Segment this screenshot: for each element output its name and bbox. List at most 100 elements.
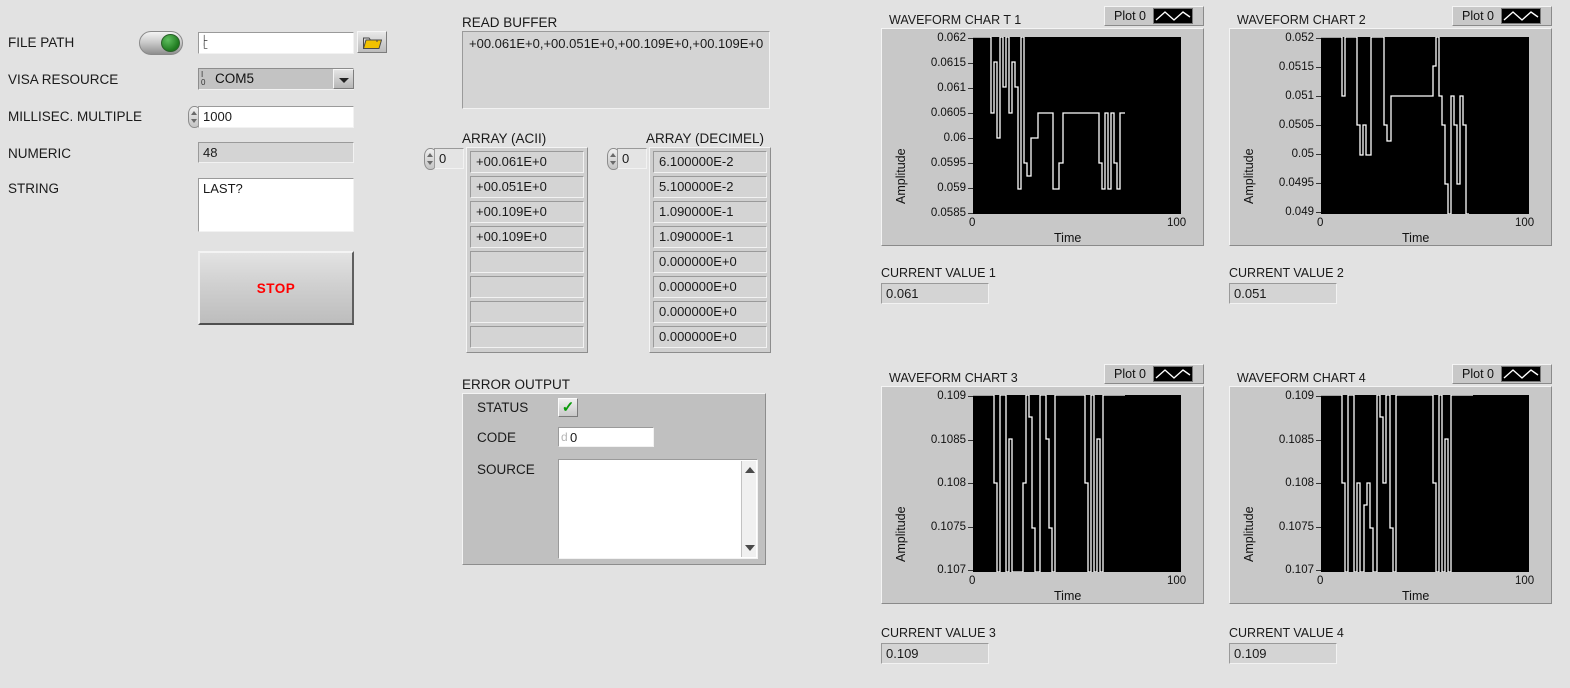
chart-2-ytick: 0.0495 <box>1278 177 1314 189</box>
waveform-chart-4[interactable]: Amplitude 0.109 0.1085 0.108 0.1075 0.10… <box>1229 386 1552 604</box>
current-value-1-indicator: 0.061 <box>881 283 989 304</box>
array-ascii-cell: +00.109E+0 <box>470 226 584 248</box>
array-decimal-cell: 0.000000E+0 <box>653 251 767 273</box>
enable-toggle-switch[interactable] <box>139 31 183 55</box>
scroll-up-icon[interactable] <box>745 467 755 473</box>
chart-2-ytick: 0.049 <box>1285 206 1314 218</box>
array-ascii-index-value[interactable]: 0 <box>434 148 464 169</box>
chart-3-legend-label: Plot 0 <box>1114 367 1146 381</box>
code-label: CODE <box>477 430 517 445</box>
chart-4-trace <box>1321 394 1473 573</box>
current-value-1-label: CURRENT VALUE 1 <box>881 266 996 280</box>
chart-3-ytick: 0.109 <box>937 390 966 402</box>
numeric-label: NUMERIC <box>8 146 71 161</box>
chart-4-plot-swatch[interactable] <box>1500 366 1541 382</box>
visa-resource-select[interactable]: COM5 <box>198 68 354 90</box>
chart-4-plot-area[interactable] <box>1321 394 1529 573</box>
array-ascii-cell <box>470 251 584 273</box>
chart-2-legend[interactable]: Plot 0 <box>1452 6 1552 26</box>
chart-4-ytick: 0.1085 <box>1278 434 1314 446</box>
string-label: STRING <box>8 181 60 196</box>
chart-4-ytick: 0.108 <box>1285 477 1314 489</box>
error-output-label: ERROR OUTPUT <box>462 377 570 392</box>
current-value-2-indicator: 0.051 <box>1229 283 1337 304</box>
chart-1-legend[interactable]: Plot 0 <box>1104 6 1204 26</box>
chart-3-title: WAVEFORM CHART 3 <box>889 371 1018 385</box>
millisec-multiple-label: MILLISEC. MULTIPLE <box>8 109 143 124</box>
stepper-up-icon[interactable] <box>610 153 616 157</box>
chart-1-legend-label: Plot 0 <box>1114 9 1146 23</box>
chart-1-plot-area[interactable] <box>973 36 1181 214</box>
source-label: SOURCE <box>477 462 535 477</box>
chart-2-xlabel: Time <box>1402 231 1430 245</box>
source-scrollbar[interactable] <box>741 461 756 557</box>
chart-3-plot-area[interactable] <box>973 394 1181 573</box>
string-input[interactable]: LAST? <box>198 178 354 232</box>
status-label: STATUS <box>477 400 529 415</box>
stepper-up-icon[interactable] <box>427 153 433 157</box>
chart-4-xtick: 0 <box>1317 575 1324 587</box>
chart-3-legend[interactable]: Plot 0 <box>1104 364 1204 384</box>
array-decimal-index-value[interactable]: 0 <box>617 148 647 169</box>
chart-2-plot-swatch[interactable] <box>1500 8 1541 24</box>
waveform-icon <box>1155 11 1191 21</box>
chart-3-plot-swatch[interactable] <box>1152 366 1193 382</box>
waveform-chart-1[interactable]: Amplitude 0.062 0.0615 0.061 0.0605 0.06… <box>881 28 1204 246</box>
scroll-down-icon[interactable] <box>745 545 755 551</box>
chart-2-title: WAVEFORM CHART 2 <box>1237 13 1366 27</box>
current-value-3-label: CURRENT VALUE 3 <box>881 626 996 640</box>
current-value-4-label: CURRENT VALUE 4 <box>1229 626 1344 640</box>
array-decimal-cell: 1.090000E-1 <box>653 201 767 223</box>
browse-file-button[interactable] <box>357 31 387 53</box>
labview-front-panel: FILE PATH ├ └ VISA RESOURCE COM5 I0 MILLI… <box>0 0 1570 688</box>
array-decimal-container: 6.100000E-2 5.100000E-2 1.090000E-1 1.09… <box>649 147 771 353</box>
chart-1-ytick: 0.059 <box>937 182 966 194</box>
stop-button[interactable]: STOP <box>198 251 354 325</box>
chart-4-legend[interactable]: Plot 0 <box>1452 364 1552 384</box>
stepper-up-icon[interactable] <box>191 111 197 115</box>
toggle-knob <box>161 34 180 52</box>
chart-1-ytick: 0.0605 <box>930 107 966 119</box>
chart-2-ytick: 0.052 <box>1285 32 1314 44</box>
stepper-down-icon[interactable] <box>427 161 433 165</box>
array-ascii-cell: +00.061E+0 <box>470 151 584 173</box>
chart-1-trace <box>973 36 1125 190</box>
array-decimal-cell: 0.000000E+0 <box>653 326 767 348</box>
array-decimal-cell: 0.000000E+0 <box>653 301 767 323</box>
array-decimal-cell: 1.090000E-1 <box>653 226 767 248</box>
chart-3-ytick: 0.1085 <box>930 434 966 446</box>
chart-1-title: WAVEFORM CHAR T 1 <box>889 13 1022 27</box>
chart-2-legend-label: Plot 0 <box>1462 9 1494 23</box>
chart-2-plot-area[interactable] <box>1321 36 1529 215</box>
chart-1-ytick: 0.0585 <box>930 207 966 219</box>
chart-2-ytick: 0.0515 <box>1278 61 1314 73</box>
chart-1-ytick: 0.0615 <box>930 57 966 69</box>
file-path-label: FILE PATH <box>8 35 75 50</box>
stepper-down-icon[interactable] <box>191 119 197 123</box>
status-checkbox: ✓ <box>558 398 578 417</box>
chart-2-xtick: 0 <box>1317 217 1324 229</box>
waveform-icon <box>1503 11 1539 21</box>
array-decimal-cell: 0.000000E+0 <box>653 276 767 298</box>
chart-1-ytick: 0.062 <box>937 32 966 44</box>
waveform-icon <box>1503 369 1539 379</box>
current-value-3-indicator: 0.109 <box>881 643 989 664</box>
read-buffer-label: READ BUFFER <box>462 15 558 30</box>
chart-3-ytick: 0.107 <box>937 564 966 576</box>
chart-2-xtick: 100 <box>1515 217 1535 229</box>
waveform-chart-3[interactable]: Amplitude 0.109 0.1085 0.108 0.1075 0.10… <box>881 386 1204 604</box>
stepper-down-icon[interactable] <box>610 161 616 165</box>
chart-1-ytick: 0.06 <box>943 132 966 144</box>
visa-resource-dropdown-button[interactable] <box>333 69 354 89</box>
folder-icon <box>363 37 382 49</box>
source-indicator <box>558 459 758 559</box>
chart-4-title: WAVEFORM CHART 4 <box>1237 371 1366 385</box>
millisec-multiple-input[interactable]: 1000 <box>198 106 354 128</box>
file-path-input[interactable] <box>198 32 354 54</box>
array-ascii-cell <box>470 276 584 298</box>
array-decimal-label: ARRAY (DECIMEL) <box>646 131 765 146</box>
chart-1-xtick: 100 <box>1167 217 1187 229</box>
chart-1-plot-swatch[interactable] <box>1152 8 1193 24</box>
array-ascii-cell: +00.109E+0 <box>470 201 584 223</box>
waveform-chart-2[interactable]: Amplitude 0.052 0.0515 0.051 0.0505 0.05… <box>1229 28 1552 246</box>
